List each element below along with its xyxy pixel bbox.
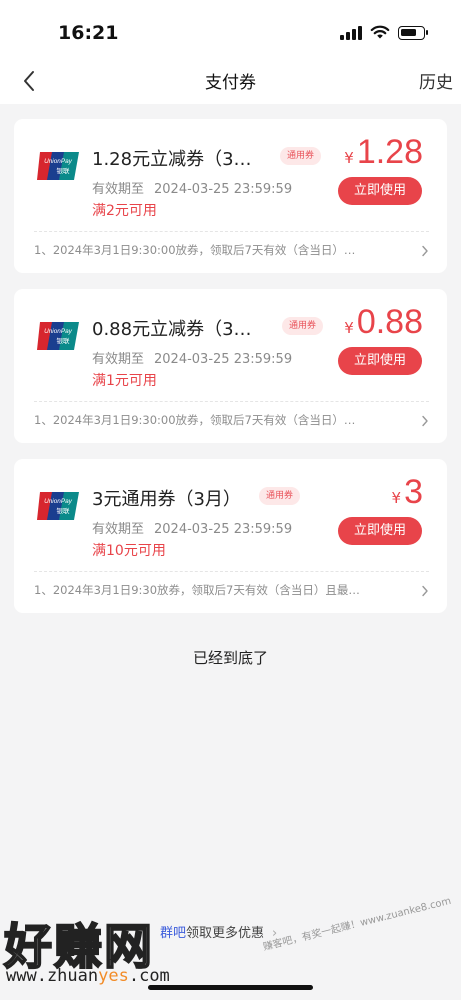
status-bar: 16:21: [0, 0, 461, 62]
coupon-validity: 有效期至 2024-03-25 23:59:59: [92, 348, 292, 367]
currency-symbol: ¥: [344, 149, 354, 167]
validity-date: 2024-03-25 23:59:59: [154, 352, 293, 367]
svg-text:银联: 银联: [57, 166, 71, 175]
coupon-description[interactable]: 1、2024年3月1日9:30放券，领取后7天有效（含当日）且最…: [34, 582, 414, 598]
history-link[interactable]: 历史: [419, 68, 453, 93]
currency-symbol: ¥: [391, 489, 402, 507]
coupon-name: 0.88元立减券（3…: [92, 319, 252, 340]
svg-text:银联: 银联: [57, 506, 71, 515]
svg-text:UnionPay: UnionPay: [44, 158, 73, 165]
battery-icon: [398, 25, 428, 40]
coupon-card-3: UnionPay 银联 3元通用券（3月） 通用券 有效期至 2024-03-25…: [14, 459, 447, 613]
end-of-list-text: 已经到底了: [192, 649, 268, 667]
divider: [34, 571, 429, 572]
coupon-main[interactable]: UnionPay 银联 1.28元立减券（3… 通用券 有效期至 2024-03-…: [14, 119, 447, 223]
coupon-type-badge: 通用券: [259, 487, 301, 505]
validity-label: 有效期至: [92, 522, 145, 537]
divider: [34, 231, 429, 232]
back-button[interactable]: [12, 66, 46, 96]
coupon-list: UnionPay 银联 1.28元立减券（3… 通用券 有效期至 2024-03-…: [14, 119, 447, 629]
use-now-button[interactable]: 立即使用: [338, 177, 422, 205]
home-indicator: [148, 985, 313, 990]
coupon-type-badge: 通用券: [282, 317, 324, 335]
more-offers-label: 领取更多优惠: [186, 926, 265, 941]
status-icons: [340, 25, 428, 40]
coupon-validity: 有效期至 2024-03-25 23:59:59: [92, 518, 292, 537]
validity-label: 有效期至: [92, 182, 145, 197]
chevron-right-icon[interactable]: [421, 585, 429, 597]
chevron-right-icon[interactable]: [421, 415, 429, 427]
status-time: 16:21: [58, 22, 119, 44]
amount-value: 3: [404, 473, 423, 511]
validity-date: 2024-03-25 23:59:59: [154, 522, 293, 537]
watermark-url: www.zhuanyes.com: [6, 966, 170, 986]
chevron-right-icon[interactable]: [421, 245, 429, 257]
coupon-description[interactable]: 1、2024年3月1日9:30:00放券，领取后7天有效（含当日）…: [34, 412, 414, 428]
unionpay-logo-icon: UnionPay 银联: [37, 152, 79, 180]
nav-bar: 支付券 历史: [0, 62, 461, 104]
coupon-amount: ¥0.88: [344, 303, 423, 342]
amount-value: 0.88: [356, 303, 423, 341]
coupon-condition: 满1元可用: [92, 373, 157, 389]
unionpay-logo-icon: UnionPay 银联: [37, 322, 79, 350]
svg-text:银联: 银联: [57, 336, 71, 345]
wifi-icon: [370, 25, 390, 39]
coupon-name: 3元通用券（3月）: [92, 489, 241, 510]
coupon-description[interactable]: 1、2024年3月1日9:30:00放券，领取后7天有效（含当日）…: [34, 242, 414, 258]
coupon-main[interactable]: UnionPay 银联 0.88元立减券（3… 通用券 有效期至 2024-03-…: [14, 289, 447, 393]
divider: [34, 401, 429, 402]
unionpay-logo-icon: UnionPay 银联: [37, 492, 79, 520]
coupon-card-2: UnionPay 银联 0.88元立减券（3… 通用券 有效期至 2024-03-…: [14, 289, 447, 443]
coupon-type-badge: 通用券: [280, 147, 322, 165]
currency-symbol: ¥: [344, 319, 354, 337]
coupon-amount: ¥3: [392, 473, 423, 512]
svg-text:UnionPay: UnionPay: [44, 498, 73, 505]
chevron-left-icon: [24, 71, 34, 91]
coupon-condition: 满2元可用: [92, 203, 157, 219]
cellular-signal-icon: [340, 25, 362, 40]
coupon-main[interactable]: UnionPay 银联 3元通用券（3月） 通用券 有效期至 2024-03-25…: [14, 459, 447, 563]
coupon-validity: 有效期至 2024-03-25 23:59:59: [92, 178, 292, 197]
coupon-card-1: UnionPay 银联 1.28元立减券（3… 通用券 有效期至 2024-03-…: [14, 119, 447, 273]
use-now-button[interactable]: 立即使用: [338, 347, 422, 375]
validity-date: 2024-03-25 23:59:59: [154, 182, 293, 197]
coupon-condition: 满10元可用: [92, 543, 166, 559]
amount-value: 1.28: [356, 133, 423, 171]
validity-label: 有效期至: [92, 352, 145, 367]
coupon-name: 1.28元立减券（3…: [92, 149, 252, 170]
use-now-button[interactable]: 立即使用: [338, 517, 422, 545]
more-offers-highlight: 群吧: [160, 926, 187, 941]
page-title: 支付券: [205, 73, 256, 93]
more-offers-link[interactable]: 群吧领取更多优惠 ›: [160, 922, 277, 941]
watermark-stamp: 赚客吧，有奖一起赚！www.zuanke8.com: [261, 895, 452, 954]
coupon-amount: ¥1.28: [344, 133, 423, 172]
svg-text:UnionPay: UnionPay: [44, 328, 73, 335]
